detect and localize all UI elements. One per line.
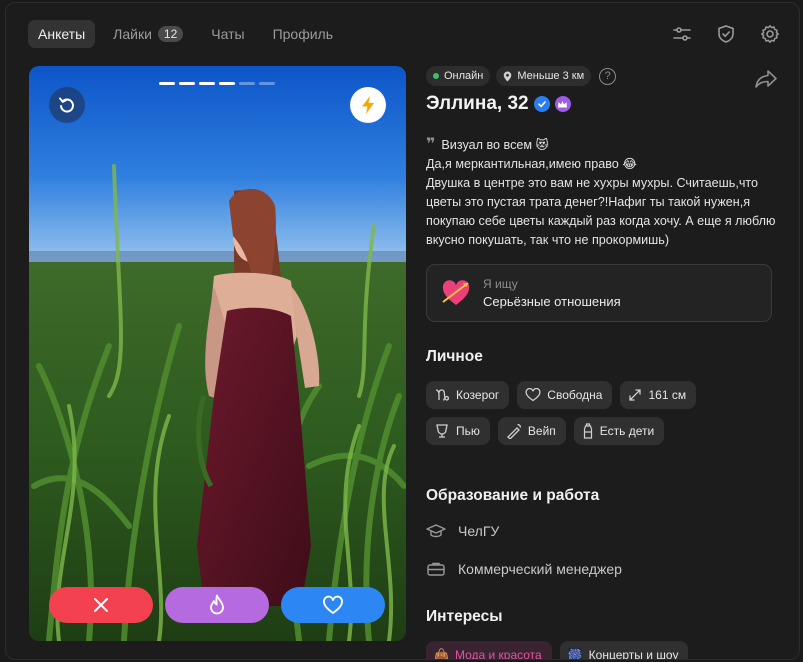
heart-icon <box>323 595 343 614</box>
app-panel: Анкеты Лайки 12 Чаты Профиль Онлайн Мень… <box>5 2 800 660</box>
interests-title: Интересы <box>426 608 503 625</box>
location-pin-icon <box>504 71 512 81</box>
drinking-chip: Пью <box>426 417 490 445</box>
undo-button[interactable] <box>49 87 85 123</box>
dislike-button[interactable] <box>49 587 153 623</box>
tab-profile[interactable]: Профиль <box>263 20 343 48</box>
online-dot <box>433 73 439 79</box>
height-chip: 161 см <box>620 381 697 409</box>
personal-chips: Козерог Свободна 161 см Пью Вейп Есть де… <box>426 381 726 445</box>
university-label: ЧелГУ <box>458 523 500 539</box>
gear-icon[interactable] <box>759 23 781 45</box>
quote-icon: ❞ <box>426 136 436 153</box>
boost-button[interactable] <box>350 87 386 123</box>
bio: ❞ Визуал во всем 😻 Да,я меркантильная,име… <box>426 135 776 250</box>
handbag-icon: 👜 <box>434 648 449 660</box>
tab-profiles-label: Анкеты <box>38 26 86 42</box>
job-item: Коммерческий менеджер <box>426 558 776 580</box>
status-row: Онлайн Меньше 3 км ? <box>426 66 776 86</box>
children-label: Есть дети <box>599 424 655 438</box>
shield-icon[interactable] <box>715 23 737 45</box>
online-badge: Онлайн <box>426 66 491 86</box>
job-label: Коммерческий менеджер <box>458 561 622 577</box>
verified-icon <box>533 96 550 112</box>
relationship-label: Свободна <box>547 388 603 402</box>
name-row: Эллина, 32 <box>426 93 776 115</box>
university-item: ЧелГУ <box>426 520 776 542</box>
tab-profile-label: Профиль <box>272 26 333 42</box>
share-icon[interactable] <box>754 69 778 94</box>
interest-label: Концерты и шоу <box>588 648 679 660</box>
smoking-chip: Вейп <box>497 417 566 445</box>
help-icon[interactable]: ? <box>599 67 617 85</box>
children-chip: Есть дети <box>573 417 665 445</box>
photo-progress-segment[interactable] <box>179 82 195 85</box>
close-icon <box>94 598 108 612</box>
photo-progress-segment[interactable] <box>159 82 175 85</box>
interest-chip: 👜 Мода и красота <box>426 641 552 660</box>
tab-chats[interactable]: Чаты <box>201 20 254 48</box>
height-icon <box>629 389 642 401</box>
tab-profiles[interactable]: Анкеты <box>28 20 96 48</box>
seeking-label: Я ищу <box>483 277 518 291</box>
likes-count-badge: 12 <box>157 26 184 42</box>
interest-label: Мода и красота <box>454 648 542 660</box>
seeking-card: Я ищу Серьёзные отношения <box>426 264 772 322</box>
profile-info: Онлайн Меньше 3 км ? Эллина, 32 ❞ Визуал … <box>426 66 778 660</box>
tab-chats-label: Чаты <box>211 26 245 42</box>
swipe-actions <box>49 587 385 623</box>
distance-badge: Меньше 3 км <box>496 66 592 86</box>
education-title: Образование и работа <box>426 487 600 504</box>
photo-progress-segment[interactable] <box>199 82 215 85</box>
heart-outline-icon <box>525 388 541 402</box>
top-nav: Анкеты Лайки 12 Чаты Профиль <box>28 20 351 48</box>
heart-arrow-icon <box>442 280 470 305</box>
distance-label: Меньше 3 км <box>517 70 585 82</box>
filters-icon[interactable] <box>671 23 693 45</box>
photo-progress-segment[interactable] <box>259 82 275 85</box>
bottle-icon <box>583 423 592 439</box>
tab-likes[interactable]: Лайки 12 <box>103 20 193 48</box>
seeking-value: Серьёзные отношения <box>483 294 621 309</box>
capricorn-icon <box>435 389 449 401</box>
interests-chips: 👜 Мода и красота 🎆 Концерты и шоу <box>426 641 776 660</box>
zodiac-chip: Козерог <box>426 381 510 409</box>
briefcase-icon <box>427 562 445 576</box>
vape-icon <box>506 424 521 439</box>
bio-text: Визуал во всем 😻 Да,я меркантильная,имею… <box>426 138 776 247</box>
profile-photo-card[interactable] <box>29 66 406 641</box>
zodiac-label: Козерог <box>456 388 500 402</box>
superlike-button[interactable] <box>165 587 269 623</box>
like-button[interactable] <box>281 587 385 623</box>
graduation-cap-icon <box>426 524 446 538</box>
relationship-chip: Свободна <box>517 381 613 409</box>
drinking-label: Пью <box>456 424 480 438</box>
tab-likes-label: Лайки <box>113 26 152 42</box>
photo-progress-segment[interactable] <box>219 82 235 85</box>
profile-photo <box>29 66 406 641</box>
premium-crown-icon <box>554 96 571 112</box>
personal-title: Личное <box>426 348 483 365</box>
online-label: Онлайн <box>444 70 484 82</box>
profile-name: Эллина, 32 <box>426 93 529 114</box>
lightning-icon <box>362 96 374 114</box>
glass-icon <box>436 424 448 438</box>
interest-chip: 🎆 Концерты и шоу <box>559 641 689 660</box>
height-label: 161 см <box>648 388 687 402</box>
smoking-label: Вейп <box>527 424 556 438</box>
top-icons <box>671 23 781 45</box>
undo-icon <box>59 97 74 113</box>
flame-icon <box>210 594 224 615</box>
photo-progress-segment[interactable] <box>239 82 255 85</box>
photo-progress <box>159 82 275 85</box>
fireworks-icon: 🎆 <box>567 648 583 660</box>
